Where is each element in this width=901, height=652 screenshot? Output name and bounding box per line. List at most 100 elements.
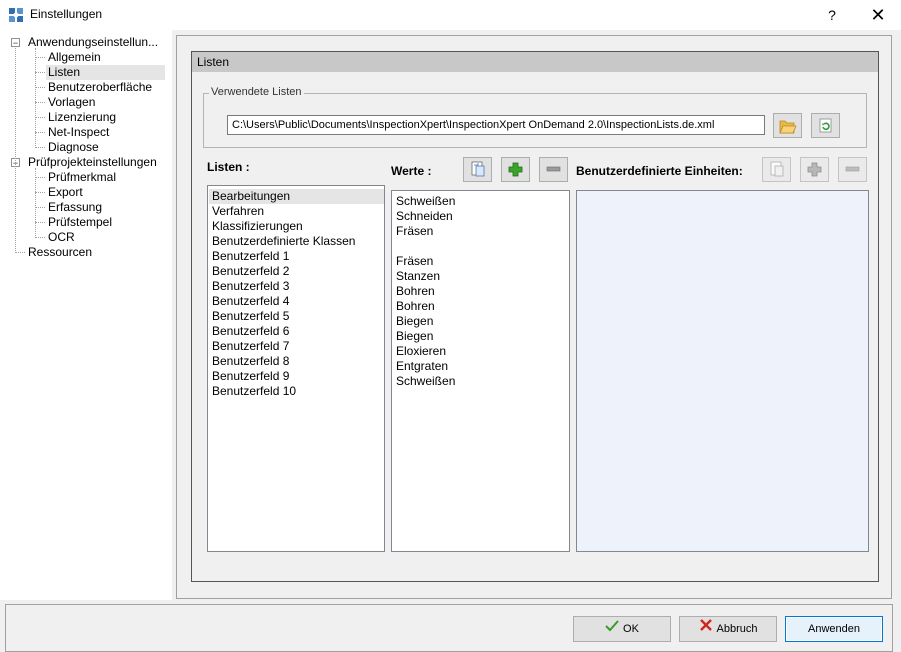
import-icon <box>770 161 784 177</box>
close-button[interactable]: ✕ <box>864 0 892 30</box>
values-item[interactable]: Schneiden <box>396 209 453 224</box>
ok-button[interactable]: OK <box>573 616 671 642</box>
tree-connector <box>35 57 45 58</box>
panel-title: Listen <box>197 55 230 69</box>
plus-icon <box>807 162 822 177</box>
values-item[interactable]: Bohren <box>396 284 435 299</box>
lists-item[interactable]: Benutzerfeld 5 <box>212 309 289 324</box>
lists-path-field[interactable]: C:\Users\Public\Documents\InspectionXper… <box>227 115 765 135</box>
values-add-button[interactable] <box>501 157 530 182</box>
values-item[interactable]: Stanzen <box>396 269 440 284</box>
used-lists-label: Verwendete Listen <box>209 86 304 98</box>
tree-item-label: Prüfmerkmal <box>48 170 117 184</box>
values-item[interactable]: Schweißen <box>396 374 455 389</box>
tree-connector <box>35 147 45 148</box>
tree-connector <box>35 222 45 223</box>
tree-item-label: Anwendungseinstellun... <box>28 35 159 49</box>
tree-item-net-inspect[interactable]: Net-Inspect <box>48 125 109 140</box>
tree-connector <box>15 48 16 253</box>
values-item[interactable]: Biegen <box>396 314 433 329</box>
tree-item-label: Allgemein <box>48 50 101 64</box>
units-import-button[interactable] <box>762 157 791 182</box>
collapse-icon[interactable]: − <box>11 38 20 48</box>
lists-item[interactable]: Benutzerfeld 4 <box>212 294 289 309</box>
tree-connector <box>35 87 45 88</box>
tree-connector <box>35 132 45 133</box>
values-item[interactable]: Biegen <box>396 329 433 344</box>
tree-item-label: Net-Inspect <box>48 125 110 139</box>
values-item[interactable]: Entgraten <box>396 359 448 374</box>
minus-icon <box>845 166 860 172</box>
tree-item-diagnose[interactable]: Diagnose <box>48 140 99 155</box>
custom-units-listbox[interactable] <box>576 190 869 552</box>
tree-item-label: Ressourcen <box>28 245 93 259</box>
check-icon <box>605 617 619 641</box>
title-bar: Einstellungen ? ✕ <box>0 0 901 30</box>
lists-item[interactable]: Benutzerfeld 6 <box>212 324 289 339</box>
units-add-button[interactable] <box>800 157 829 182</box>
lists-item[interactable]: Bearbeitungen <box>209 189 384 204</box>
lists-label: Listen : <box>207 160 250 174</box>
tree-item-ressourcen[interactable]: Ressourcen <box>28 245 92 260</box>
tree-item-export[interactable]: Export <box>48 185 83 200</box>
lists-item[interactable]: Benutzerfeld 9 <box>212 369 289 384</box>
minus-icon <box>546 166 561 172</box>
values-item[interactable]: Eloxieren <box>396 344 446 359</box>
values-item[interactable]: Bohren <box>396 299 435 314</box>
x-icon <box>699 617 713 641</box>
tree-item-label: Prüfstempel <box>48 215 113 229</box>
tree-item-listen[interactable]: Listen <box>46 65 165 80</box>
lists-item[interactable]: Verfahren <box>212 204 264 219</box>
plus-icon <box>508 162 523 177</box>
lists-item[interactable]: Benutzerfeld 7 <box>212 339 289 354</box>
cancel-label: Abbruch <box>716 623 758 635</box>
custom-units-label: Benutzerdefinierte Einheiten: <box>576 164 743 178</box>
tree-connector <box>35 102 45 103</box>
lists-item[interactable]: Benutzerfeld 1 <box>212 249 289 264</box>
import-icon <box>471 161 485 177</box>
lists-item[interactable]: Benutzerfeld 2 <box>212 264 289 279</box>
lists-item[interactable]: Klassifizierungen <box>212 219 303 234</box>
tree-item-anwendungseinstellun[interactable]: Anwendungseinstellun... <box>28 35 158 50</box>
lists-item[interactable]: Benutzerfeld 10 <box>212 384 296 399</box>
lists-listbox[interactable]: Bearbeitungen Verfahren Klassifizierungen B… <box>207 185 385 552</box>
values-item[interactable]: Schweißen <box>396 194 455 209</box>
tree-item-ocr[interactable]: OCR <box>48 230 75 245</box>
tree-item-erfassung[interactable]: Erfassung <box>48 200 102 215</box>
tree-item-label: Export <box>48 185 83 199</box>
values-item[interactable]: Fräsen <box>396 254 433 269</box>
apply-label: Anwenden <box>808 623 860 635</box>
lists-item[interactable]: Benutzerdefinierte Klassen <box>212 234 355 249</box>
values-import-button[interactable] <box>463 157 492 182</box>
values-item[interactable]: Fräsen <box>396 224 433 239</box>
tree-item-label: Benutzeroberfläche <box>48 80 153 94</box>
units-remove-button[interactable] <box>838 157 867 182</box>
tree-connector <box>35 48 36 148</box>
values-remove-button[interactable] <box>539 157 568 182</box>
ok-label: OK <box>623 623 639 635</box>
panel-header: Listen <box>192 52 878 72</box>
tree-item-prüfmerkmal[interactable]: Prüfmerkmal <box>48 170 116 185</box>
tree-item-vorlagen[interactable]: Vorlagen <box>48 95 95 110</box>
tree-item-label: Erfassung <box>48 200 103 214</box>
values-listbox[interactable]: Schweißen Schneiden Fräsen Fräsen Stanzen Boh… <box>391 190 570 552</box>
cancel-button[interactable]: Abbruch <box>679 616 777 642</box>
tree-item-label: OCR <box>48 230 75 244</box>
tree-connector <box>35 207 45 208</box>
tree-item-benutzeroberfläche[interactable]: Benutzeroberfläche <box>48 80 152 95</box>
apply-button[interactable]: Anwenden <box>785 616 883 642</box>
settings-tree: Anwendungseinstellun... − Allgemein Listen B… <box>0 30 172 600</box>
lists-item[interactable]: Benutzerfeld 3 <box>212 279 289 294</box>
tree-item-prüfprojekteinstellungen[interactable]: Prüfprojekteinstellungen <box>28 155 157 170</box>
tree-item-lizenzierung[interactable]: Lizenzierung <box>48 110 116 125</box>
tree-connector <box>35 117 45 118</box>
help-button[interactable]: ? <box>818 0 846 30</box>
tree-connector <box>35 237 45 238</box>
tree-item-label: Vorlagen <box>48 95 96 109</box>
lists-item[interactable]: Benutzerfeld 8 <box>212 354 289 369</box>
tree-item-label: Listen <box>48 65 81 79</box>
reload-button[interactable] <box>811 113 840 138</box>
tree-item-prüfstempel[interactable]: Prüfstempel <box>48 215 112 230</box>
browse-folder-button[interactable] <box>773 113 802 138</box>
tree-item-allgemein[interactable]: Allgemein <box>48 50 101 65</box>
